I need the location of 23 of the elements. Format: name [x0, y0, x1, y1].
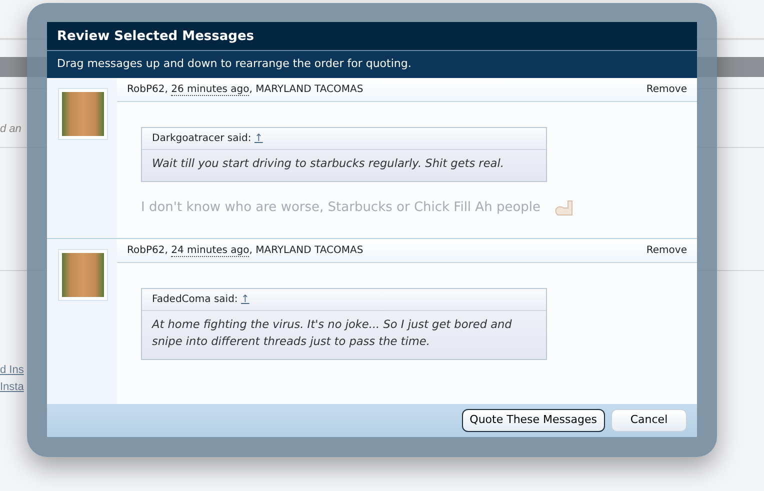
time-link[interactable]: 26 minutes ago — [171, 84, 250, 96]
message-text: I don't know who are worse, Starbucks or Chick Fill Ah people — [141, 198, 541, 217]
author-link[interactable]: RobP62 — [127, 245, 165, 256]
quote-source: FadedComa said: — [152, 294, 239, 305]
quote-button[interactable]: Quote These Messages — [462, 409, 605, 432]
page-link[interactable]: d Ins — [0, 362, 24, 378]
author-link[interactable]: RobP62 — [127, 84, 165, 95]
message-info: RobP62, 24 minutes ago, MARYLAND TACOMAS — [127, 244, 364, 258]
page-text: d an — [0, 122, 22, 137]
quote-arrow-link[interactable]: ↑ — [240, 294, 250, 305]
quote-text: Wait till you start driving to starbucks regularly. Shit gets real. — [151, 156, 505, 172]
remove-link[interactable]: Remove — [646, 82, 687, 97]
cancel-button[interactable]: Cancel — [611, 409, 687, 432]
hand-icon — [554, 200, 573, 216]
dialog-subtitle: Drag messages up and down to rearrange the order for quoting. — [47, 51, 697, 78]
page-link[interactable]: Insta — [0, 379, 24, 396]
quote-text: At home fighting the virus. It's no joke... So I just get bored and snipe into different threads just to pass the time. — [150, 317, 513, 350]
quote-arrow-link[interactable]: ↑ — [254, 133, 263, 144]
message-info: RobP62, 26 minutes ago, MARYLAND TACOMAS — [127, 83, 364, 97]
remove-link[interactable]: Remove — [646, 243, 687, 258]
time-link[interactable]: 24 minutes ago — [171, 245, 250, 257]
quote-source: Darkgoatracer said: — [152, 133, 252, 144]
dialog-title: Review Selected Messages — [47, 22, 697, 51]
